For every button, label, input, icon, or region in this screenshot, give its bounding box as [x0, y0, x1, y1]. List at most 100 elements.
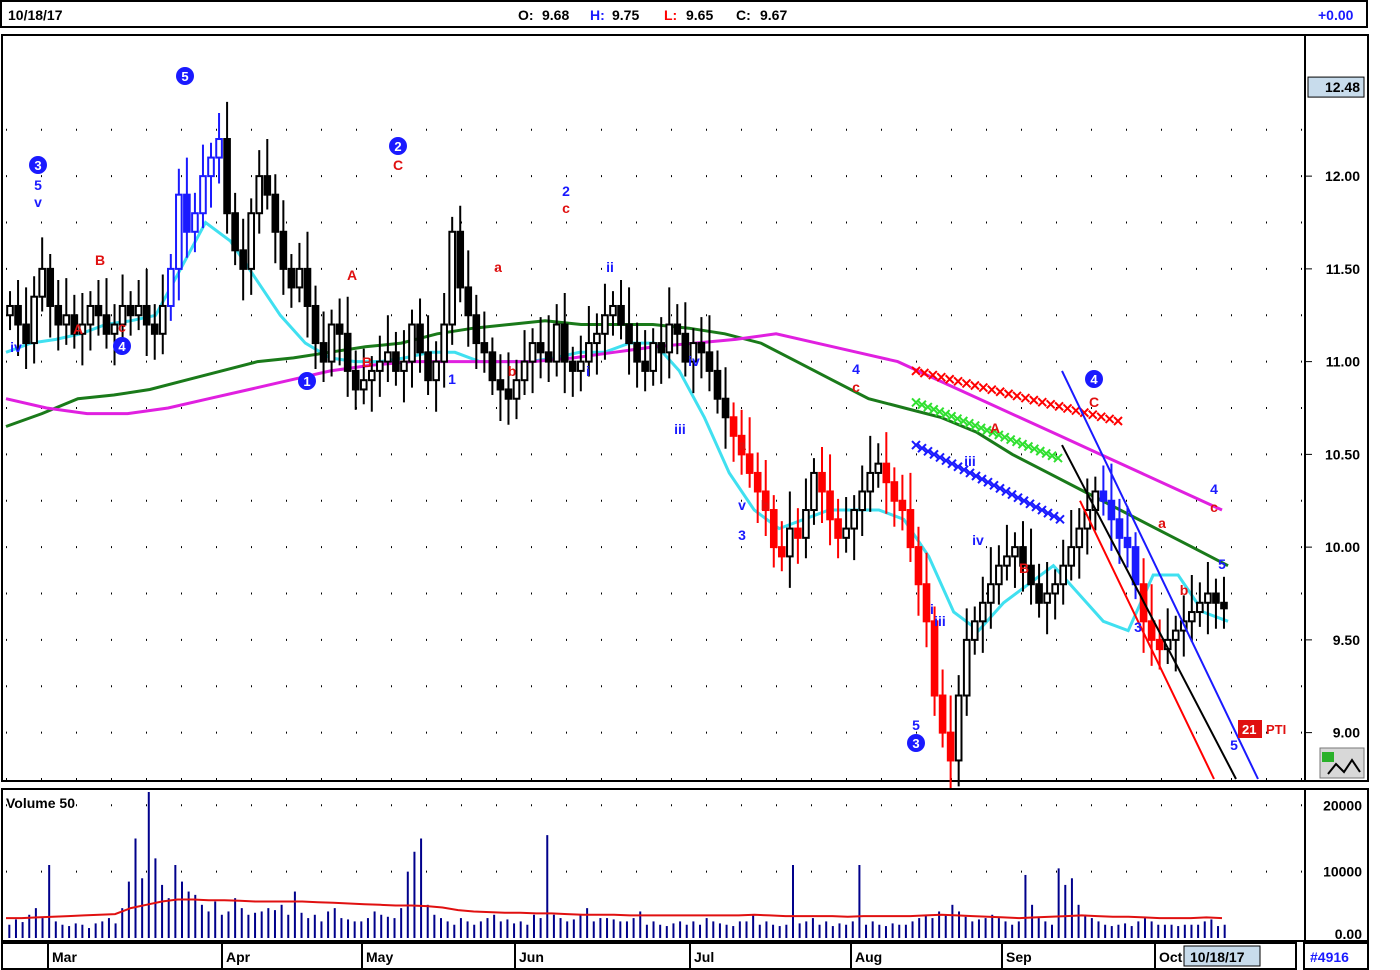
- candle-body: [247, 212, 256, 270]
- candle-body: [134, 304, 143, 317]
- wave-label: c: [1210, 499, 1218, 515]
- candle-body: [400, 360, 408, 372]
- wave-label: 2: [394, 139, 401, 154]
- candle-body: [367, 369, 376, 382]
- candle-body: [1027, 564, 1035, 586]
- volume-tick-label: 20000: [1323, 797, 1362, 813]
- candle-body: [448, 230, 457, 326]
- candle-body: [850, 509, 858, 530]
- candle-body: [303, 267, 312, 307]
- candle-body: [46, 267, 55, 307]
- candle-body: [14, 304, 22, 326]
- wave-label: 3: [34, 158, 41, 173]
- candle-body: [818, 471, 826, 493]
- pti-label: PTI: [1266, 722, 1286, 737]
- date-tick-label: Mar: [52, 949, 77, 965]
- candle-body: [1212, 592, 1220, 604]
- wave-label: B: [1019, 560, 1029, 576]
- candle-body: [826, 490, 834, 521]
- candle-body: [319, 342, 328, 363]
- candle-body: [938, 694, 947, 734]
- candle-body: [239, 249, 247, 270]
- candle-body: [166, 267, 175, 307]
- candle-body: [625, 323, 633, 345]
- candle-body: [777, 546, 786, 558]
- wave-label: iv: [10, 339, 22, 355]
- candle-body: [1220, 601, 1228, 610]
- candle-body: [416, 323, 424, 354]
- candle-body: [834, 518, 842, 539]
- candle-body: [641, 360, 649, 372]
- candle-body: [1196, 601, 1204, 614]
- candle-body: [528, 342, 537, 363]
- pti-value: 21: [1242, 722, 1256, 737]
- price-tick-label: 10.50: [1325, 446, 1360, 462]
- candle-body: [271, 193, 280, 233]
- candle-body: [1131, 546, 1140, 586]
- date-axis: [1, 942, 1297, 970]
- candle-body: [593, 332, 601, 345]
- candle-body: [898, 499, 907, 512]
- price-tick-label: 12.00: [1325, 168, 1360, 184]
- candle-body: [560, 323, 569, 363]
- candle-body: [38, 267, 46, 298]
- price-tick-label: 11.50: [1326, 261, 1360, 277]
- wave-label: 3: [1134, 619, 1142, 635]
- wave-label: 3: [912, 736, 919, 751]
- candle-body: [1155, 638, 1164, 651]
- price-tick-label: 9.50: [1333, 632, 1360, 648]
- wave-label: c: [852, 379, 860, 395]
- chart-tool-icon[interactable]: [1319, 747, 1365, 779]
- candle-body: [1107, 499, 1116, 521]
- volume-panel-title: Volume 50: [6, 795, 75, 811]
- date-tick-label: Sep: [1006, 949, 1032, 965]
- wave-label: iv: [688, 353, 700, 369]
- candle-body: [617, 304, 625, 326]
- date-tick-label: Aug: [855, 949, 882, 965]
- candle-body: [110, 323, 119, 335]
- candle-body: [753, 471, 762, 493]
- candle-body: [335, 323, 344, 335]
- candle-body: [1204, 592, 1212, 604]
- wave-label: b: [761, 497, 770, 513]
- candle-body: [601, 314, 609, 335]
- candle-body: [62, 314, 71, 326]
- candle-body: [568, 360, 577, 372]
- candle-body: [1043, 592, 1051, 604]
- candle-body: [721, 397, 730, 419]
- candle-body: [440, 323, 448, 363]
- candle-body: [745, 453, 754, 474]
- candle-body: [882, 462, 891, 484]
- candle-body: [263, 175, 272, 196]
- candle-body: [30, 295, 38, 345]
- candle-body: [697, 342, 706, 354]
- wave-label: B: [362, 354, 372, 370]
- candle-body: [705, 351, 714, 372]
- candle-body: [673, 323, 682, 335]
- candle-body: [1003, 555, 1011, 567]
- candle-body: [866, 471, 875, 493]
- candle-body: [978, 601, 987, 623]
- candle-body: [464, 286, 473, 317]
- candle-body: [657, 342, 666, 354]
- wave-label: b: [508, 363, 517, 379]
- candle-body: [922, 583, 931, 623]
- candle-body: [6, 304, 14, 317]
- wave-label: iii: [934, 613, 946, 629]
- candle-body: [914, 546, 923, 586]
- candle-body: [231, 212, 239, 252]
- wave-label: A: [73, 321, 83, 337]
- candle-body: [351, 369, 360, 391]
- candle-body: [1115, 518, 1124, 539]
- wave-label: 4: [1090, 372, 1098, 387]
- candle-body: [1059, 564, 1068, 586]
- wave-label: b: [1180, 582, 1189, 598]
- wave-label: A: [347, 267, 357, 283]
- wave-label: 2: [562, 183, 570, 199]
- candle-body: [255, 175, 264, 215]
- candle-body: [424, 351, 432, 382]
- wave-label: c: [562, 200, 570, 216]
- wave-label: C: [1089, 394, 1099, 410]
- candle-body: [86, 304, 95, 326]
- date-badge: 10/18/17: [1190, 949, 1245, 965]
